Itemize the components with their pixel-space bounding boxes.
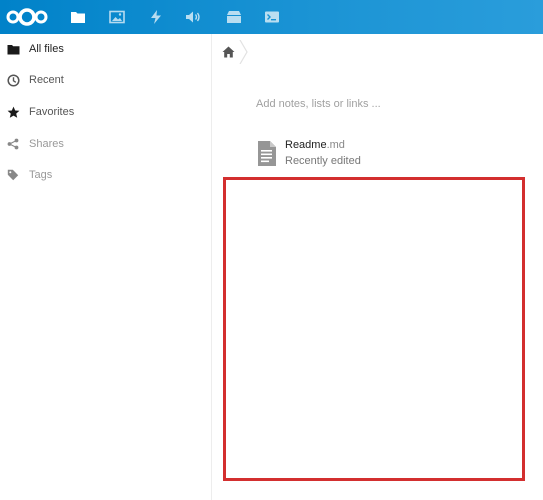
sidebar-item-label: Recent xyxy=(29,74,64,86)
clock-icon xyxy=(6,73,20,87)
file-basename: Readme xyxy=(285,139,327,151)
navigation-sidebar: All files Recent Favorites Shares Tags xyxy=(0,34,212,500)
gallery-app-image-icon[interactable] xyxy=(98,0,136,34)
sidebar-item-label: All files xyxy=(29,43,64,55)
breadcrumb-separator-icon xyxy=(239,40,248,64)
sidebar-item-label: Favorites xyxy=(29,106,75,118)
recent-file-readme[interactable]: Readme.md Recently edited xyxy=(256,138,496,170)
annotation-highlight-box xyxy=(223,177,525,481)
text-file-icon xyxy=(258,141,276,166)
deck-app-archive-icon[interactable] xyxy=(215,0,253,34)
sidebar-item-favorites[interactable]: Favorites xyxy=(0,97,211,128)
file-status: Recently edited xyxy=(285,155,361,167)
file-name: Readme.md xyxy=(285,139,345,151)
sidebar-item-shares[interactable]: Shares xyxy=(0,129,211,160)
star-icon xyxy=(6,105,20,119)
folder-icon xyxy=(6,42,20,56)
terminal-app-terminal-icon[interactable] xyxy=(253,0,291,34)
top-header xyxy=(0,0,543,34)
breadcrumb xyxy=(221,38,249,66)
tag-icon xyxy=(6,168,20,182)
file-extension: .md xyxy=(326,139,345,151)
activity-app-lightning-icon[interactable] xyxy=(137,0,175,34)
rich-workspace-notes-input[interactable]: Add notes, lists or links ... xyxy=(256,98,381,110)
sidebar-item-recent[interactable]: Recent xyxy=(0,65,211,96)
sidebar-item-label: Shares xyxy=(29,138,64,150)
home-icon[interactable] xyxy=(221,45,235,59)
nextcloud-logo[interactable] xyxy=(4,5,50,29)
sidebar-item-label: Tags xyxy=(29,169,53,181)
share-icon xyxy=(6,137,20,151)
files-app-folder-icon[interactable] xyxy=(59,0,97,34)
sidebar-item-all-files[interactable]: All files xyxy=(0,34,211,65)
sidebar-item-tags[interactable]: Tags xyxy=(0,160,211,191)
music-app-volume-icon[interactable] xyxy=(175,0,213,34)
